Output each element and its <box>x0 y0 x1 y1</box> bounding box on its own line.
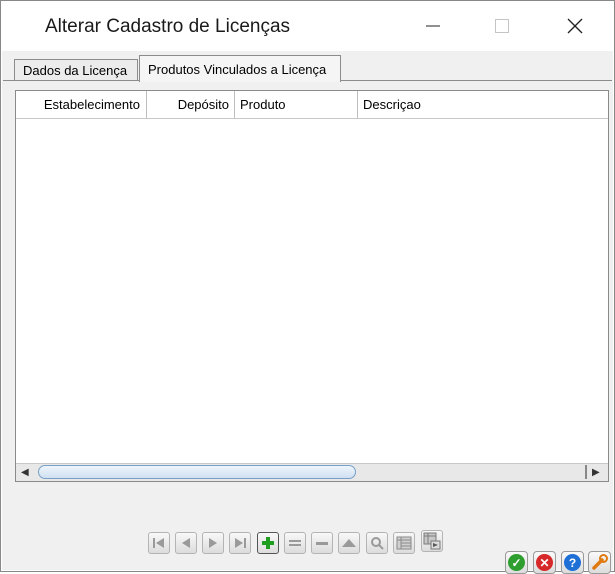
help-button[interactable]: ? <box>561 551 584 574</box>
delete-icon <box>316 542 328 545</box>
last-record-button[interactable] <box>229 532 251 554</box>
first-record-button[interactable] <box>148 532 170 554</box>
export-button[interactable] <box>421 530 443 552</box>
close-icon <box>567 18 583 34</box>
close-button[interactable] <box>540 1 610 51</box>
help-icon: ? <box>564 554 581 571</box>
minimize-icon <box>426 25 440 27</box>
scroll-right-icon[interactable]: ▶ <box>592 467 600 478</box>
cancel-button[interactable]: ✕ <box>533 551 556 574</box>
horizontal-scrollbar[interactable]: ◀ ▶ <box>16 463 608 481</box>
scrollbar-thumb[interactable] <box>38 465 356 479</box>
tab-dados-da-licenca[interactable]: Dados da Licença <box>14 59 138 81</box>
column-label: Depósito <box>177 97 229 112</box>
tab-label: Dados da Licença <box>23 63 128 78</box>
post-icon <box>342 539 356 547</box>
maximize-button[interactable] <box>467 1 537 51</box>
last-icon <box>235 538 246 548</box>
column-header-deposito[interactable]: Depósito <box>147 91 235 118</box>
prior-icon <box>182 538 190 548</box>
insert-icon <box>262 537 274 549</box>
column-label: Descriçao <box>363 97 421 112</box>
edit-icon <box>289 540 301 546</box>
next-icon <box>209 538 217 548</box>
dialog-body: Dados da Licença Produtos Vinculados a L… <box>2 51 613 574</box>
ok-icon: ✓ <box>508 554 525 571</box>
column-label: Produto <box>240 97 286 112</box>
grid-icon <box>396 536 412 550</box>
minimize-button[interactable] <box>398 1 468 51</box>
insert-record-button[interactable] <box>257 532 279 554</box>
title-bar[interactable]: Alterar Cadastro de Licenças <box>1 1 614 51</box>
grid-header: Estabelecimento Depósito Produto Descriç… <box>16 91 608 119</box>
tools-icon <box>592 554 608 570</box>
tools-button[interactable] <box>588 551 611 574</box>
scroll-end-marker <box>577 465 587 479</box>
scroll-left-icon[interactable]: ◀ <box>21 467 29 478</box>
tab-label: Produtos Vinculados a Licença <box>148 62 327 77</box>
column-label: Estabelecimento <box>43 97 140 112</box>
ok-button[interactable]: ✓ <box>505 551 528 574</box>
search-button[interactable] <box>366 532 388 554</box>
search-icon <box>371 537 384 550</box>
products-grid[interactable]: Estabelecimento Depósito Produto Descriç… <box>15 90 609 482</box>
window-title: Alterar Cadastro de Licenças <box>45 16 291 37</box>
post-record-button[interactable] <box>338 532 360 554</box>
tab-produtos-vinculados[interactable]: Produtos Vinculados a Licença <box>139 55 341 82</box>
export-icon <box>423 532 441 550</box>
first-icon <box>153 538 164 548</box>
dialog-window: Alterar Cadastro de Licenças Dados da Li… <box>0 0 615 574</box>
column-header-produto[interactable]: Produto <box>235 91 358 118</box>
column-header-descricao[interactable]: Descriçao <box>358 91 608 118</box>
grid-view-button[interactable] <box>393 532 415 554</box>
next-record-button[interactable] <box>202 532 224 554</box>
maximize-icon <box>495 19 509 33</box>
tab-panel: Estabelecimento Depósito Produto Descriç… <box>3 80 612 574</box>
column-header-estabelecimento[interactable]: Estabelecimento <box>16 91 147 118</box>
delete-record-button[interactable] <box>311 532 333 554</box>
edit-record-button[interactable] <box>284 532 306 554</box>
prior-record-button[interactable] <box>175 532 197 554</box>
cancel-icon: ✕ <box>536 554 553 571</box>
